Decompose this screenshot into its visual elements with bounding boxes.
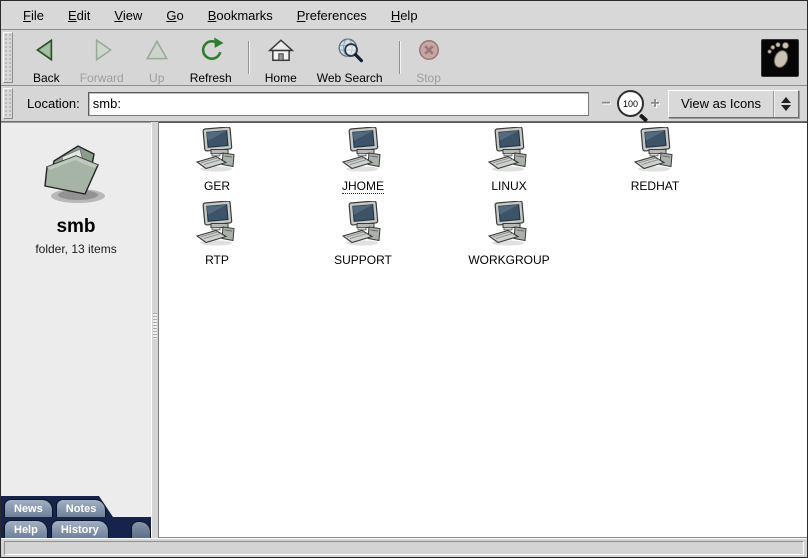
sidebar-tabs: NewsNotes HelpHistory xyxy=(1,496,151,538)
sidebar-splitter[interactable] xyxy=(151,122,159,538)
back-icon xyxy=(33,37,59,68)
sidebar-tab-row-1: NewsNotes xyxy=(1,496,113,517)
toolbar-button-label: Back xyxy=(33,71,60,85)
menu-item-edit[interactable]: Edit xyxy=(58,4,100,27)
toolbar-button-label: Web Search xyxy=(317,71,383,85)
refresh-icon xyxy=(198,37,224,68)
home-button[interactable]: Home xyxy=(255,33,307,82)
chevron-down-icon xyxy=(781,105,791,111)
computer-icon xyxy=(486,201,532,252)
sidebar-tab-partial[interactable] xyxy=(131,521,151,538)
stop-button: Stop xyxy=(406,33,452,82)
host-label: WORKGROUP xyxy=(468,253,549,267)
menu-item-go[interactable]: Go xyxy=(156,4,193,27)
toolbar-drag-grip[interactable] xyxy=(3,32,13,83)
icon-view[interactable]: GER JHOME LINUX REDHAT RTP SUPPORT WORKGROUP xyxy=(159,122,807,538)
host-item-workgroup[interactable]: WORKGROUP xyxy=(451,201,567,273)
zoom-out-button[interactable]: − xyxy=(599,97,613,111)
host-grid: GER JHOME LINUX REDHAT RTP SUPPORT WORKGROUP xyxy=(159,127,719,273)
location-label: Location: xyxy=(27,96,80,111)
host-label: LINUX xyxy=(491,179,526,193)
sidebar-tab-help[interactable]: Help xyxy=(4,520,48,538)
host-label: REDHAT xyxy=(631,179,679,193)
computer-icon xyxy=(340,127,386,178)
file-manager-window: FileEditViewGoBookmarksPreferencesHelp B… xyxy=(0,0,808,558)
host-item-jhome[interactable]: JHOME xyxy=(305,127,421,199)
sidebar: smb folder, 13 items NewsNotes HelpHisto… xyxy=(1,122,151,538)
toolbar-separator xyxy=(399,41,400,74)
location-bar: Location: − 100 + View as Icons xyxy=(1,86,807,122)
location-input[interactable] xyxy=(88,92,589,116)
sidebar-folder-title: smb xyxy=(56,216,95,238)
menu-item-bookmarks[interactable]: Bookmarks xyxy=(198,4,283,27)
web-search-icon xyxy=(337,37,363,68)
status-text xyxy=(4,541,804,555)
sidebar-tab-history[interactable]: History xyxy=(51,520,109,538)
host-item-rtp[interactable]: RTP xyxy=(159,201,275,273)
sidebar-folder-item-count: folder, 13 items xyxy=(35,242,116,256)
toolbar-button-label: Refresh xyxy=(190,71,232,85)
computer-icon xyxy=(194,127,240,178)
computer-icon xyxy=(340,201,386,252)
toolbar-button-label: Up xyxy=(149,71,164,85)
up-button: Up xyxy=(134,33,180,82)
zoom-in-button[interactable]: + xyxy=(648,97,662,111)
toolbar-button-label: Home xyxy=(265,71,297,85)
chevron-up-icon xyxy=(781,97,791,103)
location-bar-drag-grip[interactable] xyxy=(3,88,13,119)
splitter-grip-icon xyxy=(153,313,157,339)
sidebar-tab-row-2: HelpHistory xyxy=(1,517,151,538)
forward-button: Forward xyxy=(70,33,134,82)
web-search-button[interactable]: Web Search xyxy=(307,33,393,82)
menubar: FileEditViewGoBookmarksPreferencesHelp xyxy=(1,1,807,30)
back-button[interactable]: Back xyxy=(23,33,70,82)
gnome-throbber[interactable] xyxy=(761,39,799,77)
sidebar-tab-news[interactable]: News xyxy=(4,499,53,517)
host-label: RTP xyxy=(205,253,229,267)
menu-item-preferences[interactable]: Preferences xyxy=(287,4,377,27)
toolbar-separator xyxy=(248,41,249,74)
menu-item-help[interactable]: Help xyxy=(381,4,428,27)
up-icon xyxy=(144,37,170,68)
zoom-level-value: 100 xyxy=(623,99,638,109)
dropdown-spin-arrows xyxy=(774,97,798,111)
toolbar: Back Forward Up Refresh Home Web Search Stop xyxy=(1,30,807,86)
gnome-foot-icon xyxy=(765,40,795,75)
host-label: JHOME xyxy=(342,179,384,194)
view-mode-dropdown[interactable]: View as Icons xyxy=(668,90,799,118)
host-label: SUPPORT xyxy=(334,253,392,267)
toolbar-buttons: Back Forward Up Refresh Home Web Search Stop xyxy=(15,30,452,85)
home-icon xyxy=(268,37,294,68)
host-item-ger[interactable]: GER xyxy=(159,127,275,199)
sidebar-tab-notes[interactable]: Notes xyxy=(56,499,107,517)
computer-icon xyxy=(632,127,678,178)
zoom-level-indicator[interactable]: 100 xyxy=(617,90,644,117)
forward-icon xyxy=(89,37,115,68)
menu-item-file[interactable]: File xyxy=(13,4,54,27)
zoom-control: − 100 + xyxy=(599,90,662,117)
content-area: smb folder, 13 items NewsNotes HelpHisto… xyxy=(1,122,807,538)
menu-item-view[interactable]: View xyxy=(104,4,152,27)
stop-icon xyxy=(416,37,442,68)
host-item-support[interactable]: SUPPORT xyxy=(305,201,421,273)
toolbar-button-label: Forward xyxy=(80,71,124,85)
host-item-redhat[interactable]: REDHAT xyxy=(597,127,713,199)
computer-icon xyxy=(486,127,532,178)
status-bar xyxy=(1,538,807,557)
open-folder-icon xyxy=(32,133,120,214)
sidebar-folder-info: smb folder, 13 items xyxy=(1,123,151,256)
view-mode-label: View as Icons xyxy=(681,96,773,111)
toolbar-button-label: Stop xyxy=(416,71,441,85)
refresh-button[interactable]: Refresh xyxy=(180,33,242,82)
host-label: GER xyxy=(204,179,230,193)
host-item-linux[interactable]: LINUX xyxy=(451,127,567,199)
computer-icon xyxy=(194,201,240,252)
